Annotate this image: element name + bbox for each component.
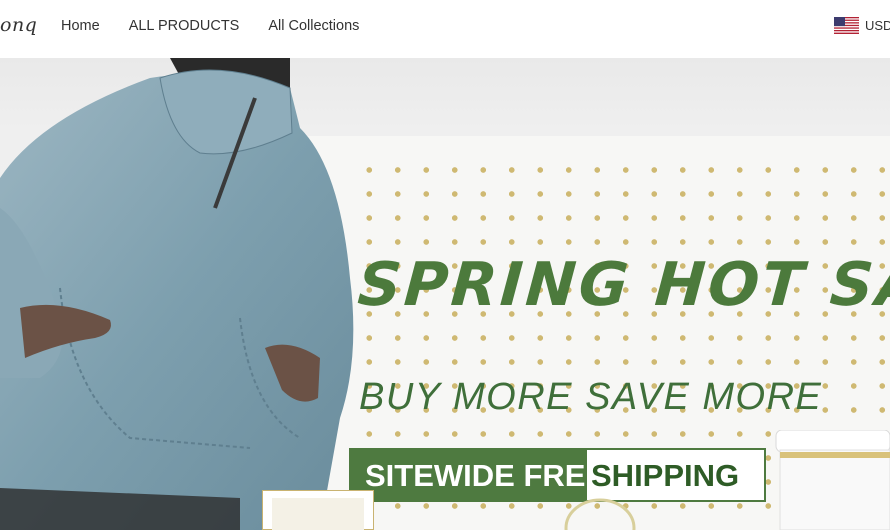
product-jar-image: [775, 430, 890, 530]
banner-subheadline: BUY MORE SAVE MORE: [359, 376, 823, 418]
model-denim-jacket-image: [0, 58, 354, 530]
nav-home[interactable]: Home: [61, 18, 100, 34]
banner-headline: SPRING HOT SA: [355, 250, 890, 320]
nav-all-collections[interactable]: All Collections: [268, 18, 359, 34]
main-nav: Home ALL PRODUCTS All Collections: [61, 18, 359, 34]
product-ring-image: [564, 498, 636, 530]
currency-code: USD: [865, 18, 890, 33]
badge-text-shipping: SHIPPING: [591, 458, 740, 493]
site-logo[interactable]: onq: [0, 14, 37, 36]
currency-selector[interactable]: USD: [834, 17, 890, 34]
nav-all-products[interactable]: ALL PRODUCTS: [129, 18, 240, 34]
product-box-image: [262, 490, 374, 530]
promo-banner[interactable]: SPRING HOT SA BUY MORE SAVE MORE SITEWID…: [0, 58, 890, 530]
free-shipping-badge: SITEWIDE FREE SHIPPING: [349, 448, 766, 502]
badge-text-sitewide: SITEWIDE FREE: [365, 458, 607, 493]
us-flag-icon: [834, 17, 859, 34]
site-header: onq Home ALL PRODUCTS All Collections US…: [0, 0, 890, 58]
